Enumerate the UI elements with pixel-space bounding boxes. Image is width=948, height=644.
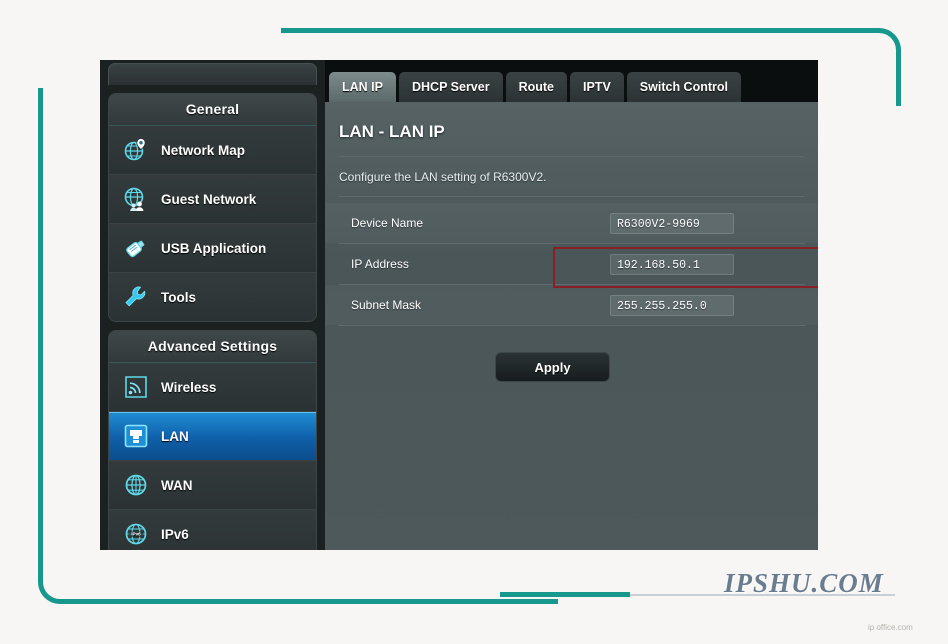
sidebar-group-title-general: General: [109, 94, 316, 126]
tab-switch-control[interactable]: Switch Control: [626, 72, 741, 102]
watermark-small: ip office.com: [868, 623, 913, 632]
page-description: Configure the LAN setting of R6300V2.: [339, 157, 804, 197]
router-admin-window: General Network Map Guest Network USB Ap…: [100, 60, 818, 550]
label-device-name: Device Name: [351, 216, 424, 230]
sidebar-item-label: Guest Network: [161, 191, 257, 207]
sidebar-item-label: Wireless: [161, 379, 217, 395]
table-row-device-name: Device Name R6300V2-9969: [339, 203, 805, 244]
sidebar: General Network Map Guest Network USB Ap…: [100, 60, 325, 550]
table-row-ip-address: IP Address 192.168.50.1: [339, 244, 805, 285]
globe-ipv6-icon: IPv6: [121, 519, 151, 549]
tab-dhcp-server[interactable]: DHCP Server: [398, 72, 503, 102]
value-cell: 192.168.50.1: [610, 253, 805, 275]
watermark: IPSHU.COM: [724, 568, 884, 598]
device-name-input[interactable]: R6300V2-9969: [610, 212, 734, 234]
ip-address-input[interactable]: 192.168.50.1: [610, 253, 734, 275]
sidebar-group-advanced-settings: Advanced Settings Wireless LAN WAN IPv6 …: [108, 330, 317, 550]
lan-port-icon: [121, 421, 151, 451]
sidebar-item-label: IPv6: [161, 526, 189, 542]
page-title: LAN - LAN IP: [339, 102, 804, 157]
content-area: LAN IP DHCP Server Route IPTV Switch Con…: [325, 60, 818, 550]
sidebar-item-label: Tools: [161, 289, 196, 305]
lan-ip-panel: LAN - LAN IP Configure the LAN setting o…: [325, 102, 818, 550]
svg-text:IPv6: IPv6: [131, 532, 141, 537]
wifi-signal-icon: [121, 372, 151, 402]
tab-lan-ip[interactable]: LAN IP: [329, 72, 396, 102]
tab-route[interactable]: Route: [505, 72, 567, 102]
sidebar-item-ipv6[interactable]: IPv6 IPv6: [109, 510, 316, 550]
wrench-icon: [121, 282, 151, 312]
sidebar-item-network-map[interactable]: Network Map: [109, 126, 316, 175]
value-cell: R6300V2-9969: [610, 212, 805, 234]
value-cell: 255.255.255.0: [610, 294, 805, 316]
globe-users-icon: [121, 184, 151, 214]
lan-ip-form: Device Name R6300V2-9969 IP Address 192.…: [339, 203, 805, 326]
sidebar-item-wan[interactable]: WAN: [109, 461, 316, 510]
sidebar-group-title-advanced: Advanced Settings: [109, 331, 316, 363]
tab-bar: LAN IP DHCP Server Route IPTV Switch Con…: [325, 65, 818, 102]
globe-pin-icon: [121, 135, 151, 165]
subnet-mask-input[interactable]: 255.255.255.0: [610, 294, 734, 316]
label-subnet-mask: Subnet Mask: [351, 298, 422, 312]
sidebar-item-lan[interactable]: LAN: [109, 412, 316, 461]
table-row-subnet-mask: Subnet Mask 255.255.255.0: [339, 285, 805, 326]
sidebar-item-label: LAN: [161, 428, 189, 444]
usb-drive-icon: [121, 233, 151, 263]
sidebar-item-label: USB Application: [161, 240, 267, 256]
sidebar-item-wireless[interactable]: Wireless: [109, 363, 316, 412]
sidebar-item-tools[interactable]: Tools: [109, 273, 316, 321]
label-ip-address: IP Address: [351, 257, 409, 271]
sidebar-item-usb-application[interactable]: USB Application: [109, 224, 316, 273]
globe-grid-icon: [121, 470, 151, 500]
apply-button-row: Apply: [339, 352, 804, 382]
sidebar-item-label: WAN: [161, 477, 193, 493]
sidebar-item-guest-network[interactable]: Guest Network: [109, 175, 316, 224]
frame-accent-bottom-bar: [500, 592, 630, 597]
sidebar-top-stub: [108, 63, 317, 85]
apply-button[interactable]: Apply: [495, 352, 610, 382]
sidebar-item-label: Network Map: [161, 142, 246, 158]
sidebar-group-general: General Network Map Guest Network USB Ap…: [108, 93, 317, 322]
tab-iptv[interactable]: IPTV: [570, 72, 624, 102]
